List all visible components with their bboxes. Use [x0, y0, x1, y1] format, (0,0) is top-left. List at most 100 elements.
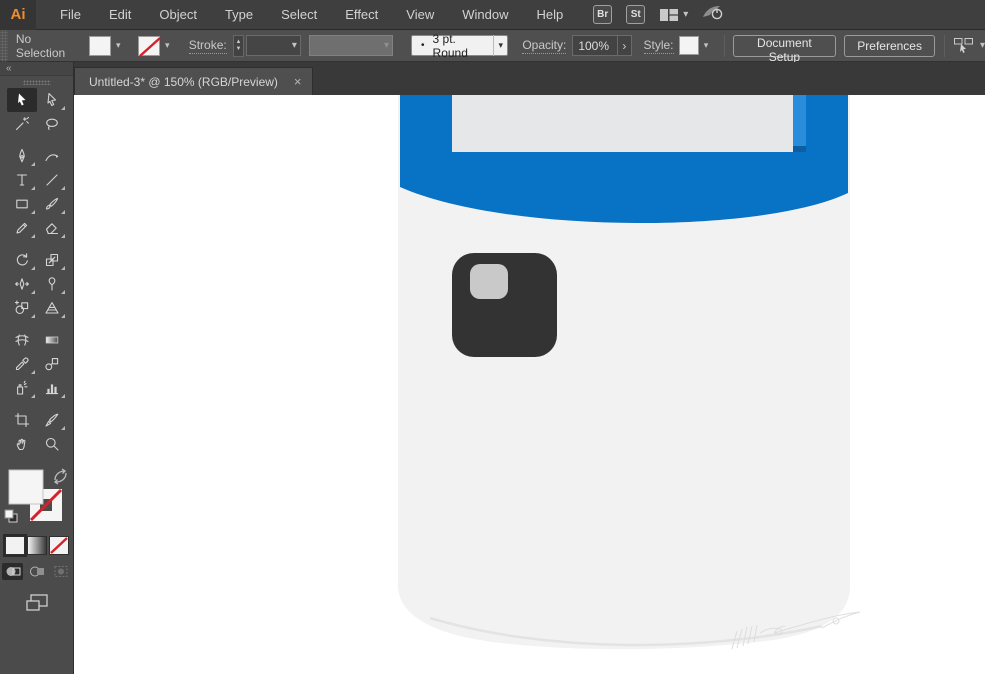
- gradient-tool[interactable]: [37, 328, 67, 352]
- paintbrush-icon: [45, 197, 58, 210]
- eraser-tool[interactable]: [37, 216, 67, 240]
- stroke-color-dropdown[interactable]: ▾: [137, 35, 175, 57]
- hand-tool[interactable]: [7, 432, 37, 456]
- color-mode-button[interactable]: [2, 534, 27, 557]
- document-tab[interactable]: Untitled-3* @ 150% (RGB/Preview) ×: [74, 67, 313, 95]
- stroke-weight-stepper[interactable]: ▲ ▼: [232, 34, 245, 57]
- paintbrush-tool[interactable]: [37, 192, 67, 216]
- stroke-swatch-none: [137, 35, 161, 57]
- swap-fill-stroke-icon[interactable]: [53, 468, 67, 485]
- menu-help[interactable]: Help: [522, 0, 577, 30]
- menu-view[interactable]: View: [392, 0, 448, 30]
- symbol-sprayer-icon: [16, 380, 28, 395]
- perspective-grid-tool[interactable]: [37, 296, 67, 320]
- pencil-tool[interactable]: [7, 216, 37, 240]
- menu-effect[interactable]: Effect: [331, 0, 392, 30]
- app-logo: Ai: [0, 0, 36, 30]
- artwork-screen-rect[interactable]: [452, 95, 793, 152]
- rectangle-tool[interactable]: [7, 192, 37, 216]
- draw-inside-icon: [54, 566, 67, 577]
- draw-behind-button[interactable]: [26, 563, 47, 580]
- free-transform-tool[interactable]: [37, 272, 67, 296]
- style-panel-link[interactable]: Style:: [643, 38, 674, 54]
- menu-type[interactable]: Type: [211, 0, 267, 30]
- selection-tool[interactable]: [6, 88, 37, 112]
- bridge-icon[interactable]: Br: [593, 5, 613, 24]
- width-tool[interactable]: [7, 272, 37, 296]
- symbol-sprayer-tool[interactable]: [7, 376, 37, 400]
- stepper-down-icon: ▼: [235, 45, 242, 52]
- none-mode-button[interactable]: [48, 536, 69, 555]
- gpu-power-icon[interactable]: [702, 4, 726, 26]
- brush-definition-dropdown[interactable]: • 3 pt. Round ▾: [411, 32, 509, 60]
- document-tab-title: Untitled-3* @ 150% (RGB/Preview): [89, 74, 278, 89]
- eraser-icon: [45, 223, 58, 235]
- curvature-tool[interactable]: [37, 144, 67, 168]
- blend-icon: [44, 358, 58, 371]
- mesh-tool[interactable]: [7, 328, 37, 352]
- fill-proxy-swatch[interactable]: [8, 469, 44, 505]
- rectangle-icon: [15, 199, 28, 209]
- lasso-tool[interactable]: [37, 112, 67, 136]
- menu-select[interactable]: Select: [267, 0, 331, 30]
- document-setup-button[interactable]: Document Setup: [732, 34, 837, 64]
- artboard-tool[interactable]: [7, 408, 37, 432]
- opacity-dropdown-arrow[interactable]: ›: [618, 35, 632, 56]
- curvature-icon: [44, 154, 58, 162]
- none-icon: [49, 537, 68, 554]
- control-bar-grip[interactable]: [0, 29, 8, 62]
- select-similar-dropdown[interactable]: ▾: [953, 37, 985, 54]
- slice-tool[interactable]: [37, 408, 67, 432]
- style-swatch: [678, 36, 699, 55]
- menu-window[interactable]: Window: [448, 0, 522, 30]
- scale-tool[interactable]: [37, 248, 67, 272]
- stepper-up-icon: ▲: [235, 38, 242, 45]
- magic-wand-tool[interactable]: [7, 112, 37, 136]
- artwork-accent-strip[interactable]: [793, 95, 806, 152]
- chevron-down-icon: ▾: [164, 40, 170, 50]
- opacity-input[interactable]: [572, 35, 619, 56]
- menu-edit[interactable]: Edit: [95, 0, 145, 30]
- stock-icon[interactable]: St: [626, 5, 646, 24]
- eyedropper-icon: [15, 357, 29, 371]
- chevron-down-icon: ▾: [683, 8, 689, 20]
- blend-tool[interactable]: [37, 352, 67, 376]
- direct-selection-tool[interactable]: [37, 88, 67, 112]
- rotate-tool[interactable]: [7, 248, 37, 272]
- change-screen-mode-button[interactable]: [25, 593, 49, 618]
- selection-status: No Selection: [15, 31, 66, 60]
- magic-wand-icon: [15, 116, 29, 131]
- gradient-mode-button[interactable]: [26, 536, 47, 555]
- draw-behind-icon: [29, 566, 44, 577]
- workspace-layout-icon: [660, 8, 679, 21]
- screen-mode-icon: [25, 594, 48, 611]
- column-graph-tool[interactable]: [37, 376, 67, 400]
- preferences-button[interactable]: Preferences: [844, 34, 935, 57]
- close-icon[interactable]: ×: [294, 75, 302, 88]
- tools-panel: «: [0, 62, 74, 674]
- default-fill-stroke-icon[interactable]: [4, 509, 18, 523]
- draw-normal-button[interactable]: [2, 563, 23, 580]
- panel-drag-grip[interactable]: [22, 80, 51, 85]
- mesh-icon: [14, 334, 29, 346]
- zoom-tool[interactable]: [37, 432, 67, 456]
- collapse-panel-button[interactable]: «: [0, 62, 73, 76]
- fill-color-dropdown[interactable]: ▾: [88, 35, 126, 56]
- type-tool[interactable]: [7, 168, 37, 192]
- stroke-panel-link[interactable]: Stroke:: [188, 38, 227, 54]
- artwork-camera-lens[interactable]: [470, 264, 508, 299]
- shape-builder-tool[interactable]: [7, 296, 37, 320]
- lasso-icon: [45, 118, 58, 131]
- eyedropper-tool[interactable]: [7, 352, 37, 376]
- scale-icon: [45, 253, 58, 267]
- chevron-down-icon: ▾: [703, 40, 709, 50]
- stroke-weight-dropdown[interactable]: ▾: [246, 35, 301, 56]
- opacity-panel-link[interactable]: Opacity:: [522, 38, 567, 54]
- workspace-switcher[interactable]: ▾: [659, 8, 688, 22]
- style-dropdown[interactable]: ▾: [678, 36, 714, 56]
- pen-tool[interactable]: [7, 144, 37, 168]
- menu-file[interactable]: File: [46, 0, 95, 30]
- menu-object[interactable]: Object: [145, 0, 211, 30]
- line-segment-tool[interactable]: [37, 168, 67, 192]
- document-canvas[interactable]: [74, 95, 985, 674]
